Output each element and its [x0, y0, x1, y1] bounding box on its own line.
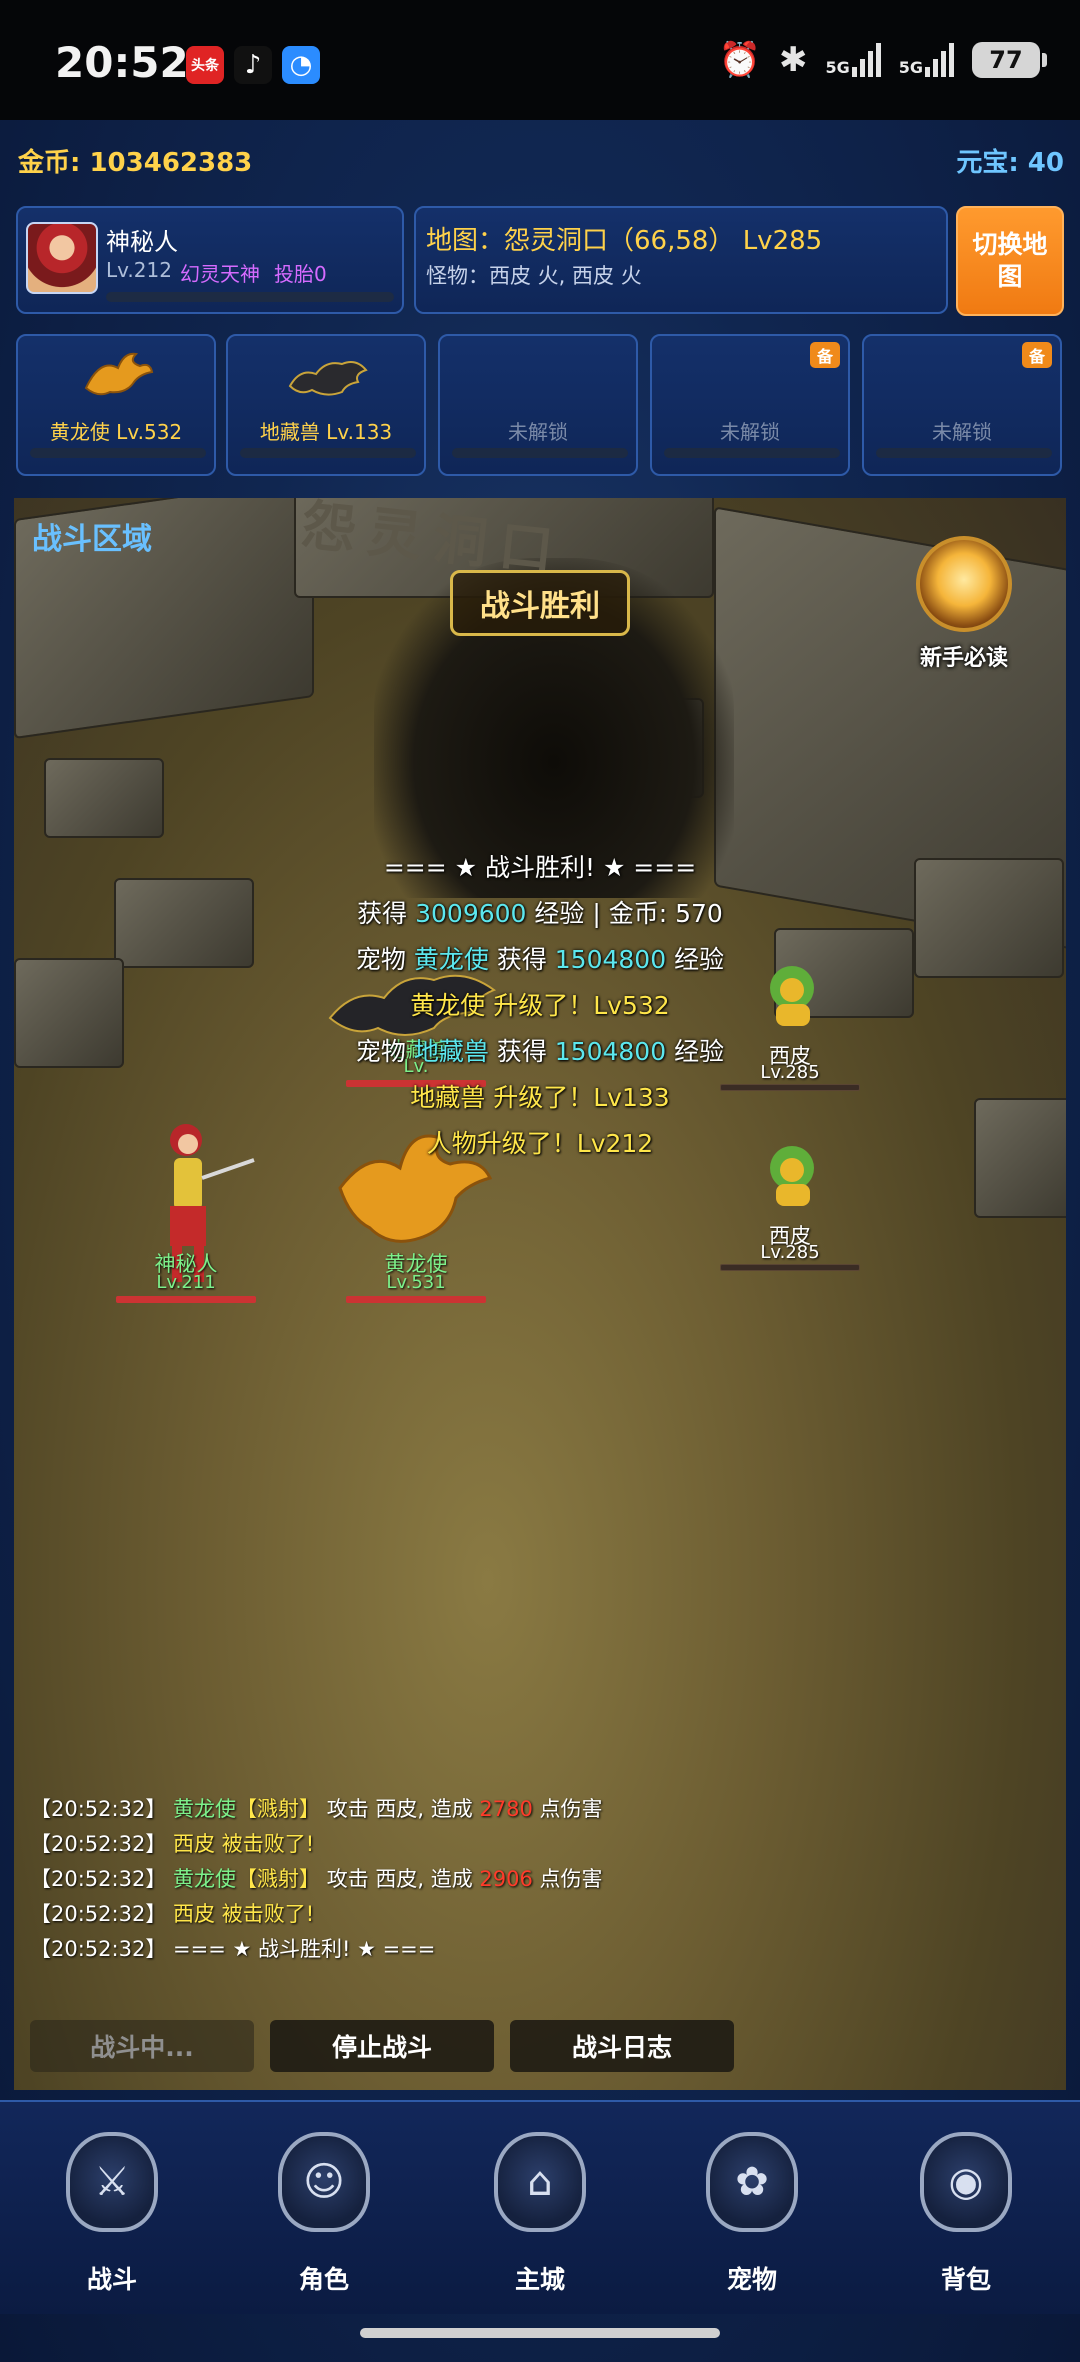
nav-label: 宠物	[726, 2265, 777, 2294]
battle-area[interactable]: 怨灵洞口 战斗区域 战斗胜利 新手必读 神秘人 Lv.211 黄龙使 Lv.53…	[14, 498, 1066, 2090]
pet-slot-locked[interactable]: 备 未解锁	[862, 334, 1062, 476]
player-level: Lv.212	[106, 258, 172, 282]
battle-message: 宠物 地藏兽 获得 1504800 经验	[355, 1037, 725, 1066]
zone-label: 战斗区域	[32, 522, 152, 557]
pet-slot-bar	[876, 448, 1052, 458]
pet-slot[interactable]: 地藏兽 Lv.133	[226, 334, 426, 476]
log-line: 【20:52:32】 西皮 被击败了!	[30, 1832, 315, 1856]
clock: 20:52	[55, 38, 189, 87]
player-title: 幻灵天神	[180, 262, 260, 286]
signal-1: 5G	[825, 43, 881, 77]
signal-bars-icon	[925, 43, 954, 77]
pet-slot-bar	[240, 448, 416, 458]
newbie-guide-button[interactable]: 新手必读	[894, 536, 1034, 676]
guide-label: 新手必读	[919, 646, 1008, 671]
scroll-book-icon	[916, 536, 1012, 632]
pet-slot-label: 未解锁	[720, 420, 780, 444]
nav-character[interactable]: ☺ 角色	[234, 2132, 414, 2302]
battle-message: 获得 3009600 经验 | 金币: 570	[357, 899, 723, 928]
pet-slot-label: 地藏兽 Lv.133	[259, 420, 393, 444]
pet-slot-bar	[30, 448, 206, 458]
player-reborn: 投胎0	[274, 262, 327, 286]
bag-icon: ◉	[920, 2132, 1012, 2232]
nav-battle[interactable]: ⚔ 战斗	[22, 2132, 202, 2302]
character-icon: ☺	[278, 2132, 370, 2232]
golden-dragon-icon	[84, 352, 154, 396]
battle-log-button[interactable]: 战斗日志	[510, 2020, 734, 2072]
pet-slot-label: 黄龙使 Lv.532	[49, 420, 183, 444]
bottom-nav: ⚔ 战斗 ☺ 角色 ⌂ 主城 ✿ 宠物 ◉ 背包	[0, 2100, 1080, 2314]
pet-slot-locked[interactable]: 未解锁	[438, 334, 638, 476]
map-info-card: 地图：怨灵洞口（66,58） Lv285 怪物：西皮 火, 西皮 火	[414, 206, 948, 314]
crossed-swords-icon: ⚔	[66, 2132, 158, 2232]
unit-level: Lv.211	[156, 1272, 216, 1293]
log-line: 【20:52:32】 === ★ 战斗胜利! ★ ===	[30, 1937, 436, 1961]
unit-hp-bar	[346, 1296, 486, 1303]
player-name: 神秘人	[106, 228, 178, 256]
map-name: 地图：怨灵洞口（66,58） Lv285	[426, 226, 823, 256]
unit-level: Lv.285	[760, 1242, 820, 1263]
stop-battle-button[interactable]: 停止战斗	[270, 2020, 494, 2072]
unit-hp-bar	[116, 1296, 256, 1303]
fighting-status-button[interactable]: 战斗中...	[30, 2020, 254, 2072]
signal-2: 5G	[899, 43, 954, 77]
home-indicator[interactable]	[360, 2328, 720, 2338]
unit-hp-bar	[720, 1264, 860, 1271]
gold-counter: 金币: 103462383	[18, 148, 253, 178]
nav-label: 背包	[940, 2265, 991, 2294]
currency-bar: 金币: 103462383 元宝: 40	[0, 128, 1080, 192]
nav-label: 角色	[298, 2265, 349, 2294]
nav-label: 主城	[514, 2265, 565, 2294]
bluetooth-icon: ✱	[778, 40, 808, 80]
battery-indicator: 77	[972, 42, 1047, 78]
alarm-icon: ⏰	[718, 40, 761, 80]
pet-slot[interactable]: 黄龙使 Lv.532	[16, 334, 216, 476]
monster-list: 怪物：西皮 火, 西皮 火	[426, 264, 642, 288]
battle-message: 人物升级了！Lv212	[426, 1129, 654, 1158]
paw-icon: ✿	[706, 2132, 798, 2232]
pet-slot-label: 未解锁	[508, 420, 568, 444]
toutiao-app-icon: 头条	[186, 46, 224, 84]
pet-slot-label: 未解锁	[932, 420, 992, 444]
signal-bars-icon	[851, 43, 881, 77]
battle-message: 宠物 黄龙使 获得 1504800 经验	[355, 945, 725, 974]
pet-slot-bar	[664, 448, 840, 458]
victory-banner[interactable]: 战斗胜利	[450, 570, 630, 636]
yuanbao-counter: 元宝: 40	[956, 148, 1064, 178]
status-bar: 20:52 头条 ♪ ◔ ⏰ ✱ 5G 5G 77	[0, 0, 1080, 120]
avatar[interactable]	[26, 222, 98, 294]
nav-city[interactable]: ⌂ 主城	[450, 2132, 630, 2302]
player-card[interactable]: 神秘人 Lv.212 幻灵天神 投胎0	[16, 206, 404, 314]
unit-level: Lv.531	[386, 1272, 446, 1293]
pet-slot-bar	[452, 448, 628, 458]
pet-slot-locked[interactable]: 备 未解锁	[650, 334, 850, 476]
log-line: 【20:52:32】 黄龙使【溅射】 攻击 西皮, 造成 2906 点伤害	[30, 1867, 603, 1891]
combat-log: 【20:52:32】 黄龙使【溅射】 攻击 西皮, 造成 2780 点伤害 【2…	[30, 1792, 1050, 1967]
dark-beast-icon	[288, 361, 368, 396]
reserve-badge: 备	[810, 342, 840, 368]
log-line: 【20:52:32】 黄龙使【溅射】 攻击 西皮, 造成 2780 点伤害	[30, 1797, 603, 1821]
switch-map-button[interactable]: 切换地图	[956, 206, 1064, 316]
battle-message: 黄龙使 升级了！Lv532	[410, 991, 670, 1020]
browser-app-icon: ◔	[282, 46, 320, 84]
status-indicators: ⏰ ✱ 5G 5G 77	[718, 40, 1047, 80]
nav-bag[interactable]: ◉ 背包	[876, 2132, 1056, 2302]
nav-label: 战斗	[86, 2265, 137, 2294]
nav-pets[interactable]: ✿ 宠物	[662, 2132, 842, 2302]
battle-message: 地藏兽 升级了！Lv133	[410, 1083, 670, 1112]
log-line: 【20:52:32】 西皮 被击败了!	[30, 1902, 315, 1926]
tiktok-app-icon: ♪	[234, 46, 272, 84]
battle-message: === ★ 战斗胜利! ★ ===	[383, 853, 697, 882]
castle-icon: ⌂	[494, 2132, 586, 2232]
reserve-badge: 备	[1022, 342, 1052, 368]
rock	[44, 758, 164, 838]
player-exp-bar	[106, 292, 394, 302]
